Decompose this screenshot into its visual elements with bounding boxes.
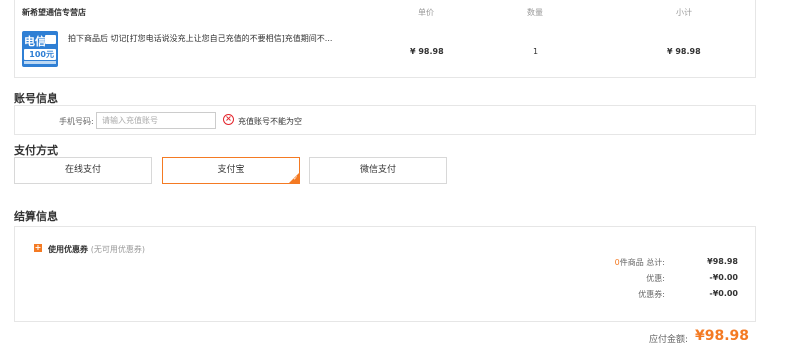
- settlement-section-title: 结算信息: [14, 210, 58, 223]
- checkmark-icon: ✓: [292, 175, 298, 182]
- coupon-toggle[interactable]: 使用优惠券 (无可用优惠券): [48, 244, 145, 255]
- items-total-value: ¥98.98: [707, 257, 738, 266]
- pay-method-alipay[interactable]: 支付宝 ✓: [162, 157, 300, 184]
- payable-label: 应付金额:: [649, 335, 689, 345]
- product-thumb-strip: [24, 61, 56, 64]
- quantity: 1: [533, 47, 539, 56]
- product-thumb-amount: 100元: [29, 50, 54, 59]
- product-title[interactable]: 拍下商品后 切记[打您电话说没充上让您自己充值的不要相信]充值期间不...: [68, 33, 348, 44]
- order-box: 新希望通信专营店 单价 数量 小计 电信 100元 拍下商品后 切记[打您电话说…: [14, 0, 756, 78]
- pay-method-online-label: 在线支付: [64, 165, 101, 175]
- product-thumbnail[interactable]: 电信 100元: [22, 31, 58, 67]
- col-quantity: 数量: [527, 8, 543, 17]
- close-circle-icon: ×: [223, 114, 234, 125]
- phone-label: 手机号码:: [59, 117, 94, 126]
- settlement-box: + 使用优惠券 (无可用优惠券) 0件商品 总计: ¥98.98 优惠: -¥0…: [14, 226, 756, 322]
- subtotal: ¥ 98.98: [667, 47, 701, 56]
- coupon-discount-label: 优惠券:: [638, 290, 665, 299]
- shop-name[interactable]: 新希望通信专营店: [22, 7, 86, 18]
- expand-plus-icon[interactable]: +: [34, 244, 42, 252]
- pay-method-alipay-label: 支付宝: [217, 165, 245, 175]
- payable-amount: ¥98.98: [695, 328, 750, 344]
- order-item-row: 电信 100元 拍下商品后 切记[打您电话说没充上让您自己充值的不要相信]充值期…: [15, 22, 757, 77]
- pay-method-online[interactable]: 在线支付: [14, 157, 152, 184]
- items-total-text: 件商品 总计:: [619, 258, 665, 267]
- pay-method-wechat[interactable]: 微信支付: [309, 157, 447, 184]
- account-box: 手机号码: × 充值账号不能为空: [14, 105, 756, 135]
- discount-value: -¥0.00: [709, 273, 738, 282]
- coupon-discount-value: -¥0.00: [709, 289, 738, 298]
- account-section-title: 账号信息: [14, 92, 58, 105]
- col-subtotal: 小计: [676, 8, 692, 17]
- coupon-note: (无可用优惠券): [90, 245, 146, 254]
- payment-section-title: 支付方式: [14, 144, 58, 157]
- phone-input[interactable]: [96, 112, 216, 129]
- discount-label: 优惠:: [646, 274, 665, 283]
- product-thumb-amount-box: 100元: [24, 49, 56, 60]
- unit-price: ¥ 98.98: [410, 47, 444, 56]
- pay-method-wechat-label: 微信支付: [359, 165, 396, 175]
- order-header: 新希望通信专营店 单价 数量 小计: [15, 0, 757, 22]
- product-thumb-brand: 电信: [24, 35, 46, 48]
- items-total-label: 0件商品 总计:: [545, 257, 665, 268]
- coupon-label: 使用优惠券: [48, 245, 88, 254]
- product-thumb-badge: [45, 35, 56, 44]
- phone-error-text: 充值账号不能为空: [238, 117, 302, 126]
- col-unit-price: 单价: [418, 8, 434, 17]
